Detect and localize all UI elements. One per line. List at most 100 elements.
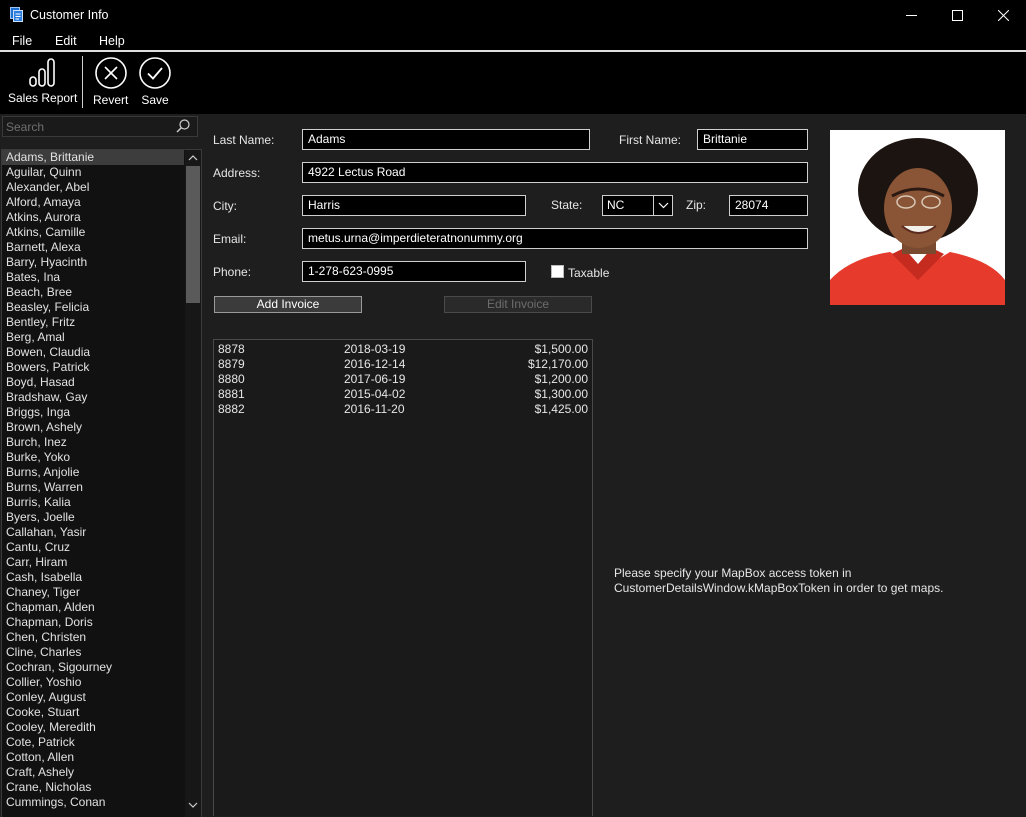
customer-list[interactable]: Adams, Brittanie Aguilar, Quinn Alexander,… bbox=[1, 149, 202, 817]
list-scrollbar[interactable] bbox=[185, 150, 201, 817]
menu-bar bbox=[0, 30, 1026, 50]
invoice-number: 8879 bbox=[218, 357, 245, 371]
search-box[interactable] bbox=[2, 116, 198, 137]
customer-list-items: Adams, Brittanie Aguilar, Quinn Alexander,… bbox=[2, 150, 184, 810]
customer-list-item[interactable]: Bentley, Fritz bbox=[2, 315, 184, 330]
checkmark-circle-icon bbox=[139, 57, 171, 89]
customer-list-item[interactable]: Alford, Amaya bbox=[2, 195, 184, 210]
invoice-row[interactable]: 8880 2017-06-19 $1,200.00 bbox=[214, 372, 592, 387]
customer-list-item[interactable]: Chen, Christen bbox=[2, 630, 184, 645]
invoice-amount: $1,425.00 bbox=[534, 402, 588, 416]
invoice-number: 8880 bbox=[218, 372, 245, 386]
customer-list-item[interactable]: Cochran, Sigourney bbox=[2, 660, 184, 675]
invoice-row[interactable]: 8878 2018-03-19 $1,500.00 bbox=[214, 342, 592, 357]
city-label: City: bbox=[213, 199, 237, 213]
invoice-number: 8881 bbox=[218, 387, 245, 401]
state-dropdown-toggle[interactable] bbox=[653, 196, 672, 215]
customer-list-item[interactable]: Barry, Hyacinth bbox=[2, 255, 184, 270]
customer-list-item[interactable]: Barnett, Alexa bbox=[2, 240, 184, 255]
minimize-button[interactable] bbox=[888, 0, 934, 30]
zip-field[interactable]: 28074 bbox=[729, 195, 808, 216]
customer-list-item[interactable]: Chapman, Alden bbox=[2, 600, 184, 615]
chevron-down-icon bbox=[658, 202, 668, 209]
invoice-amount: $12,170.00 bbox=[527, 357, 588, 371]
customer-list-item[interactable]: Boyd, Hasad bbox=[2, 375, 184, 390]
sales-report-button[interactable]: Sales Report bbox=[8, 56, 77, 105]
menu-file[interactable]: File bbox=[12, 34, 32, 48]
last-name-field[interactable]: Adams bbox=[302, 129, 590, 150]
save-button[interactable]: Save bbox=[138, 56, 172, 107]
customer-list-item[interactable]: Bowers, Patrick bbox=[2, 360, 184, 375]
customer-list-item[interactable]: Chapman, Doris bbox=[2, 615, 184, 630]
scroll-up-icon[interactable] bbox=[188, 154, 198, 161]
customer-list-item[interactable]: Craft, Ashely bbox=[2, 765, 184, 780]
menu-edit[interactable]: Edit bbox=[55, 34, 77, 48]
taxable-label[interactable]: Taxable bbox=[568, 266, 609, 280]
customer-list-item[interactable]: Cote, Patrick bbox=[2, 735, 184, 750]
customer-list-item[interactable]: Bradshaw, Gay bbox=[2, 390, 184, 405]
state-label: State: bbox=[551, 198, 583, 212]
customer-list-item[interactable]: Brown, Ashely bbox=[2, 420, 184, 435]
revert-button[interactable]: Revert bbox=[93, 56, 128, 107]
invoice-date: 2016-12-14 bbox=[344, 357, 406, 371]
customer-list-item[interactable]: Cline, Charles bbox=[2, 645, 184, 660]
customer-list-item[interactable]: Bowen, Claudia bbox=[2, 345, 184, 360]
first-name-field[interactable]: Brittanie bbox=[697, 129, 808, 150]
invoice-row[interactable]: 8882 2016-11-20 $1,425.00 bbox=[214, 402, 592, 417]
customer-list-item[interactable]: Aguilar, Quinn bbox=[2, 165, 184, 180]
state-select[interactable]: NC bbox=[602, 195, 673, 216]
customer-list-item[interactable]: Cotton, Allen bbox=[2, 750, 184, 765]
customer-list-item[interactable]: Cummings, Conan bbox=[2, 795, 184, 810]
title-bar[interactable] bbox=[0, 0, 1026, 30]
customer-list-item[interactable]: Crane, Nicholas bbox=[2, 780, 184, 795]
customer-list-item[interactable]: Burch, Inez bbox=[2, 435, 184, 450]
email-field[interactable]: metus.urna@imperdieteratnonummy.org bbox=[302, 228, 808, 249]
revert-label: Revert bbox=[93, 93, 129, 107]
invoice-row[interactable]: 8881 2015-04-02 $1,300.00 bbox=[214, 387, 592, 402]
customer-list-item[interactable]: Cooley, Meredith bbox=[2, 720, 184, 735]
customer-list-item[interactable]: Bates, Ina bbox=[2, 270, 184, 285]
customer-list-item[interactable]: Callahan, Yasir bbox=[2, 525, 184, 540]
customer-list-item[interactable]: Burris, Kalia bbox=[2, 495, 184, 510]
address-field[interactable]: 4922 Lectus Road bbox=[302, 162, 808, 183]
customer-list-item[interactable]: Conley, August bbox=[2, 690, 184, 705]
add-invoice-button[interactable]: Add Invoice bbox=[214, 296, 362, 313]
edit-invoice-button[interactable]: Edit Invoice bbox=[444, 296, 592, 313]
customer-list-item[interactable]: Beach, Bree bbox=[2, 285, 184, 300]
taxable-checkbox[interactable] bbox=[551, 265, 564, 278]
customer-list-item[interactable]: Burns, Anjolie bbox=[2, 465, 184, 480]
customer-list-item[interactable]: Burke, Yoko bbox=[2, 450, 184, 465]
customer-list-item[interactable]: Burns, Warren bbox=[2, 480, 184, 495]
search-input[interactable] bbox=[6, 118, 166, 135]
customer-list-item[interactable]: Cooke, Stuart bbox=[2, 705, 184, 720]
city-field[interactable]: Harris bbox=[302, 195, 526, 216]
customer-list-item[interactable]: Atkins, Aurora bbox=[2, 210, 184, 225]
customer-list-item[interactable]: Chaney, Tiger bbox=[2, 585, 184, 600]
customer-list-item[interactable]: Beasley, Felicia bbox=[2, 300, 184, 315]
customer-list-item[interactable]: Berg, Amal bbox=[2, 330, 184, 345]
maximize-button[interactable] bbox=[934, 0, 980, 30]
customer-list-item[interactable]: Alexander, Abel bbox=[2, 180, 184, 195]
scroll-thumb[interactable] bbox=[186, 166, 200, 303]
customer-list-item[interactable]: Cantu, Cruz bbox=[2, 540, 184, 555]
search-icon[interactable] bbox=[175, 118, 191, 134]
first-name-label: First Name: bbox=[619, 133, 682, 147]
menu-help[interactable]: Help bbox=[99, 34, 125, 48]
invoice-amount: $1,300.00 bbox=[534, 387, 588, 401]
scroll-down-icon[interactable] bbox=[188, 802, 198, 809]
invoice-amount: $1,200.00 bbox=[534, 372, 588, 386]
cancel-circle-icon bbox=[94, 57, 127, 89]
bar-chart-icon bbox=[28, 58, 55, 87]
customer-list-item[interactable]: Atkins, Camille bbox=[2, 225, 184, 240]
close-button[interactable] bbox=[980, 0, 1026, 30]
invoice-row[interactable]: 8879 2016-12-14 $12,170.00 bbox=[214, 357, 592, 372]
customer-list-item[interactable]: Collier, Yoshio bbox=[2, 675, 184, 690]
customer-list-item[interactable]: Cash, Isabella bbox=[2, 570, 184, 585]
customer-list-item[interactable]: Briggs, Inga bbox=[2, 405, 184, 420]
customer-list-item[interactable]: Byers, Joelle bbox=[2, 510, 184, 525]
customer-list-item[interactable]: Adams, Brittanie bbox=[2, 150, 184, 165]
customer-list-item[interactable]: Carr, Hiram bbox=[2, 555, 184, 570]
invoice-list[interactable]: 8878 2018-03-19 $1,500.00 8879 2016-12-14 $12… bbox=[213, 339, 593, 816]
phone-field[interactable]: 1-278-623-0995 bbox=[302, 261, 526, 282]
email-label: Email: bbox=[213, 232, 247, 246]
